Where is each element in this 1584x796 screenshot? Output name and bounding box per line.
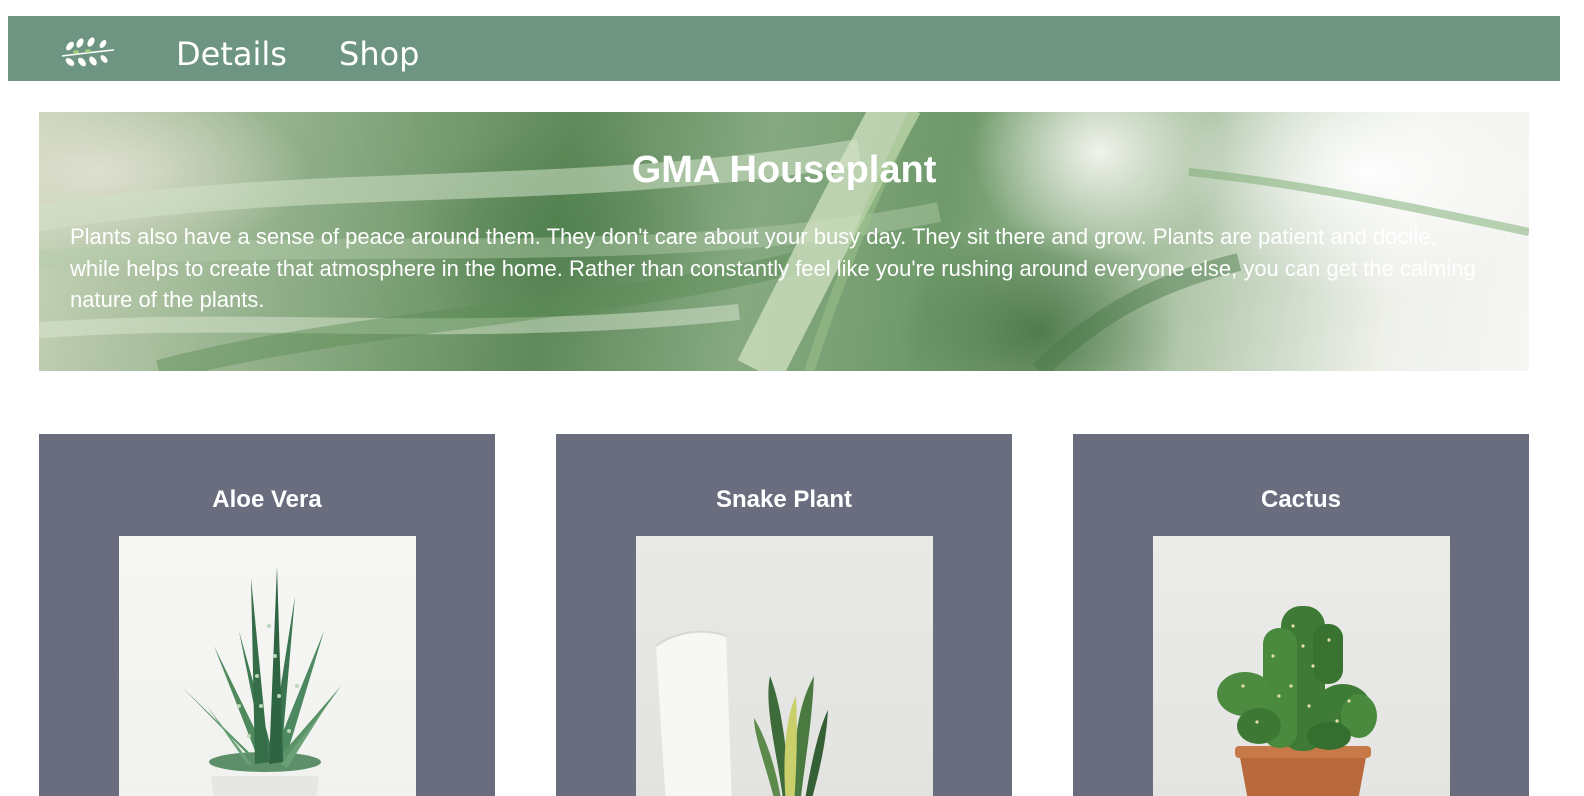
card-title: Aloe Vera xyxy=(212,486,322,513)
aloe-vera-plant-icon[interactable] xyxy=(119,536,416,796)
hero-title: GMA Houseplant xyxy=(631,149,937,191)
product-card-snake-plant[interactable]: Snake Plant xyxy=(556,434,1012,796)
nav-link-details[interactable]: Details xyxy=(176,34,287,74)
snake-plant-icon[interactable] xyxy=(636,536,933,796)
product-card-cactus[interactable]: Cactus xyxy=(1073,434,1529,796)
hero-description: Plants also have a sense of peace around… xyxy=(70,224,1476,312)
nav-link-shop[interactable]: Shop xyxy=(339,34,419,74)
card-title: Cactus xyxy=(1260,486,1342,513)
cactus-plant-icon[interactable] xyxy=(1153,536,1450,796)
hero-banner: GMA Houseplant Plants also have a sense … xyxy=(39,112,1529,371)
card-title: Snake Plant xyxy=(715,486,853,513)
navbar: Details Shop xyxy=(8,16,1560,81)
product-card-aloe-vera[interactable]: Aloe Vera xyxy=(39,434,495,796)
leaf-branch-icon[interactable] xyxy=(58,32,118,72)
